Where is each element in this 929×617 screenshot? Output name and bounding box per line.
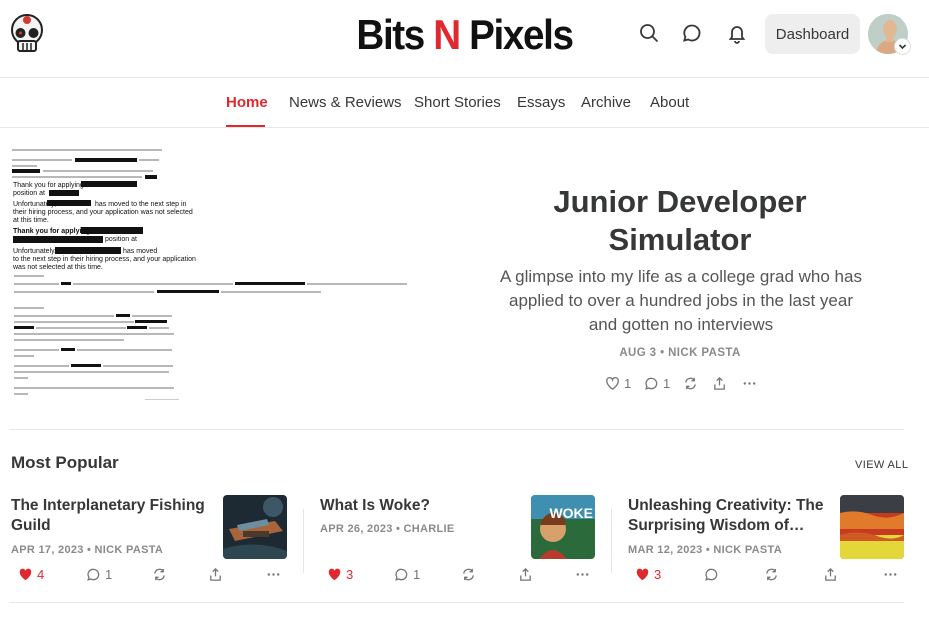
- chat-icon[interactable]: [681, 22, 703, 44]
- comment-count: 1: [413, 567, 421, 582]
- hero-meta: AUG 3 • NICK PASTA: [619, 347, 741, 359]
- brand-part-3: Pixels: [459, 11, 574, 58]
- most-popular-title: Most Popular: [11, 453, 119, 472]
- popular-post-comment-button[interactable]: 1: [394, 567, 420, 582]
- heart-icon: [636, 568, 649, 581]
- letter-line: position at: [105, 236, 137, 243]
- brand-part-2: N: [433, 11, 461, 58]
- hero-image[interactable]: Thank you for applying to the position a…: [9, 143, 415, 400]
- popular-post-like-button[interactable]: 4: [18, 567, 44, 582]
- popular-post-share-button[interactable]: [208, 567, 223, 582]
- nav-item-news-reviews[interactable]: News & Reviews: [289, 94, 402, 111]
- restack-icon: [685, 377, 696, 390]
- popular-post-title[interactable]: What Is Woke?: [320, 496, 520, 516]
- comment-icon: [645, 377, 658, 390]
- restack-icon: [463, 568, 474, 581]
- letter-line: position at: [13, 190, 45, 197]
- hero-subtitle: A glimpse into my life as a college grad…: [500, 267, 862, 334]
- popular-post-thumbnail[interactable]: WOKE: [531, 495, 595, 559]
- active-tab-indicator: [226, 125, 265, 127]
- popular-post-restack-button[interactable]: [152, 567, 167, 582]
- thumbnail-text: WOKE: [549, 505, 593, 521]
- popular-post-like-button[interactable]: 3: [327, 567, 353, 582]
- comment-icon: [87, 568, 100, 581]
- popular-post-like-button[interactable]: 3: [635, 567, 661, 582]
- popular-post-meta: APR 17, 2023 • NICK PASTA: [11, 544, 164, 556]
- comment-count: 1: [105, 567, 113, 582]
- main-nav: Home News & Reviews Short Stories Essays…: [0, 79, 929, 128]
- popular-post-comment-button[interactable]: [704, 567, 719, 582]
- like-count: 3: [346, 567, 354, 582]
- popular-post-thumbnail[interactable]: [223, 495, 287, 559]
- popular-post-comment-button[interactable]: 1: [86, 567, 112, 582]
- hero-like-count: 1: [624, 376, 632, 391]
- site-header: Bits N Pixels Dashboard: [0, 0, 929, 78]
- popular-post-more-button[interactable]: [575, 567, 590, 582]
- card-separator: [611, 509, 612, 573]
- heart-icon: [606, 377, 619, 390]
- share-icon: [825, 567, 836, 581]
- hero-comment-count: 1: [663, 376, 671, 391]
- popular-post-restack-button[interactable]: [461, 567, 476, 582]
- share-icon: [520, 567, 531, 581]
- nav-item-essays[interactable]: Essays: [517, 94, 565, 111]
- hero-restack-button[interactable]: [683, 376, 698, 391]
- popular-post-meta: APR 26, 2023 • CHARLIE: [320, 523, 455, 535]
- section-divider: [9, 602, 904, 603]
- nav-item-archive[interactable]: Archive: [581, 94, 631, 111]
- popular-post-meta: MAR 12, 2023 • NICK PASTA: [628, 544, 782, 556]
- dashboard-button[interactable]: Dashboard: [765, 14, 860, 54]
- popular-post-share-button[interactable]: [823, 567, 838, 582]
- site-brand[interactable]: Bits N Pixels: [37, 13, 892, 57]
- chevron-down-icon[interactable]: [895, 39, 910, 54]
- more-icon: [267, 573, 280, 576]
- nav-item-about[interactable]: About: [650, 94, 689, 111]
- view-all-link[interactable]: VIEW ALL: [855, 459, 908, 471]
- popular-post-thumbnail[interactable]: [840, 495, 904, 559]
- letter-line: was not selected at this time.: [13, 264, 103, 271]
- popular-post-title[interactable]: Unleashing Creativity: The Surprising Wi…: [628, 496, 828, 536]
- popular-post-more-button[interactable]: [883, 567, 898, 582]
- more-icon: [743, 382, 756, 385]
- like-count: 3: [654, 567, 662, 582]
- popular-post-share-button[interactable]: [518, 567, 533, 582]
- hero-more-button[interactable]: [742, 376, 757, 391]
- popular-post-title[interactable]: The Interplanetary Fishing Guild: [11, 496, 211, 536]
- share-icon: [210, 567, 221, 581]
- restack-icon: [766, 568, 777, 581]
- comment-icon: [705, 568, 718, 581]
- restack-icon: [154, 568, 165, 581]
- section-divider: [9, 429, 904, 430]
- hero-share-button[interactable]: [712, 376, 727, 391]
- brand-part-1: Bits: [356, 11, 434, 58]
- hero-comment-button[interactable]: 1: [644, 376, 670, 391]
- hero-title[interactable]: Junior Developer Simulator: [480, 183, 880, 259]
- heart-icon: [328, 568, 341, 581]
- popular-post-more-button[interactable]: [266, 567, 281, 582]
- bell-icon[interactable]: [726, 22, 748, 44]
- more-icon: [576, 573, 589, 576]
- more-icon: [884, 573, 897, 576]
- nav-item-short-stories[interactable]: Short Stories: [414, 94, 501, 111]
- search-icon[interactable]: [638, 22, 660, 44]
- nav-item-home[interactable]: Home: [226, 94, 268, 111]
- card-separator: [303, 509, 304, 573]
- comment-icon: [395, 568, 408, 581]
- like-count: 4: [37, 567, 45, 582]
- letter-line: at this time.: [13, 217, 49, 224]
- share-icon: [714, 376, 725, 390]
- popular-post-restack-button[interactable]: [764, 567, 779, 582]
- heart-icon: [19, 568, 32, 581]
- hero-like-button[interactable]: 1: [605, 376, 631, 391]
